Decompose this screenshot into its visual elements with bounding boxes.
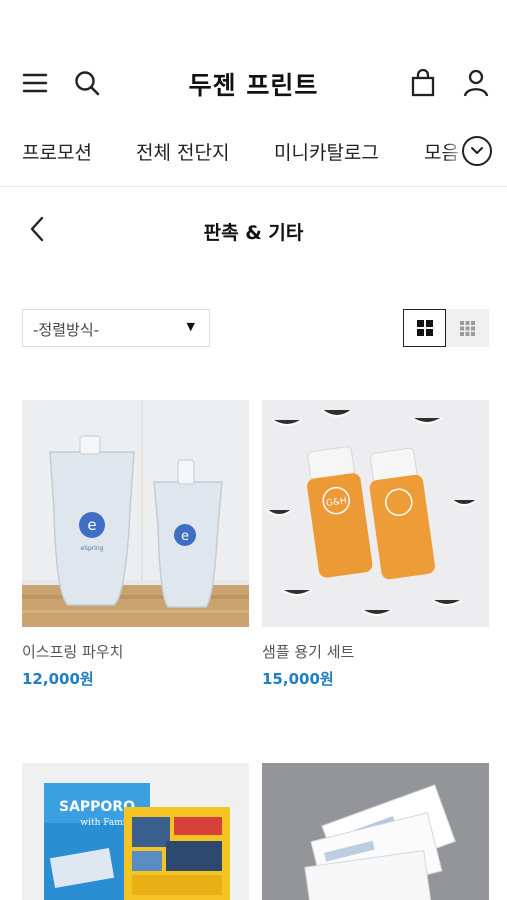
page-title: 판촉 & 기타 xyxy=(203,222,304,244)
sort-select[interactable]: -정렬방식- ▼ xyxy=(22,309,210,347)
category-promotion[interactable]: 프로모션 xyxy=(22,138,92,165)
category-nav: 프로모션 전체 전단지 미니카탈로그 모음 xyxy=(0,130,507,174)
svg-text:e: e xyxy=(87,516,96,534)
chevron-down-icon[interactable] xyxy=(462,136,492,166)
divider xyxy=(0,186,507,187)
product-image[interactable] xyxy=(262,763,489,900)
product-image[interactable]: G&H xyxy=(262,400,489,627)
top-header: 두젠 프린트 xyxy=(0,58,507,108)
product-name[interactable]: 이스프링 파우치 xyxy=(22,641,249,662)
grid-3x3-icon xyxy=(460,320,475,336)
user-icon[interactable] xyxy=(459,67,493,99)
shopping-bag-icon[interactable] xyxy=(406,67,440,99)
product-name[interactable]: 샘플 용기 세트 xyxy=(262,641,489,662)
cover-title: SAPPORO xyxy=(59,799,135,815)
bottle-label: eSpring xyxy=(80,545,103,552)
grid-2x2-icon xyxy=(416,320,433,336)
product-card[interactable]: e eSpring e 이스프링 파우치 12,000원 xyxy=(22,400,249,689)
product-price: 12,000원 xyxy=(22,670,94,688)
menu-icon[interactable] xyxy=(18,67,52,99)
category-mini-catalog[interactable]: 미니카탈로그 xyxy=(274,138,379,165)
svg-text:e: e xyxy=(181,529,189,544)
page-heading: 판촉 & 기타 xyxy=(0,210,507,250)
product-price: 15,000원 xyxy=(262,670,334,688)
product-image[interactable]: e eSpring e xyxy=(22,400,249,627)
product-card[interactable]: G&H 샘플 용기 세트 15,000원 xyxy=(262,400,489,689)
product-card[interactable] xyxy=(262,763,489,900)
sort-label: -정렬방식- xyxy=(33,321,100,339)
grid-view-button[interactable] xyxy=(403,309,446,347)
caret-down-icon: ▼ xyxy=(186,320,195,333)
product-image[interactable]: SAPPORO with Family xyxy=(22,763,249,900)
search-icon[interactable] xyxy=(70,67,104,99)
grid-3x3-view-button[interactable] xyxy=(446,309,489,347)
brand-title[interactable]: 두젠 프린트 xyxy=(189,71,319,100)
category-all-flyers[interactable]: 전체 전단지 xyxy=(136,138,229,165)
product-card[interactable]: SAPPORO with Family xyxy=(22,763,249,900)
